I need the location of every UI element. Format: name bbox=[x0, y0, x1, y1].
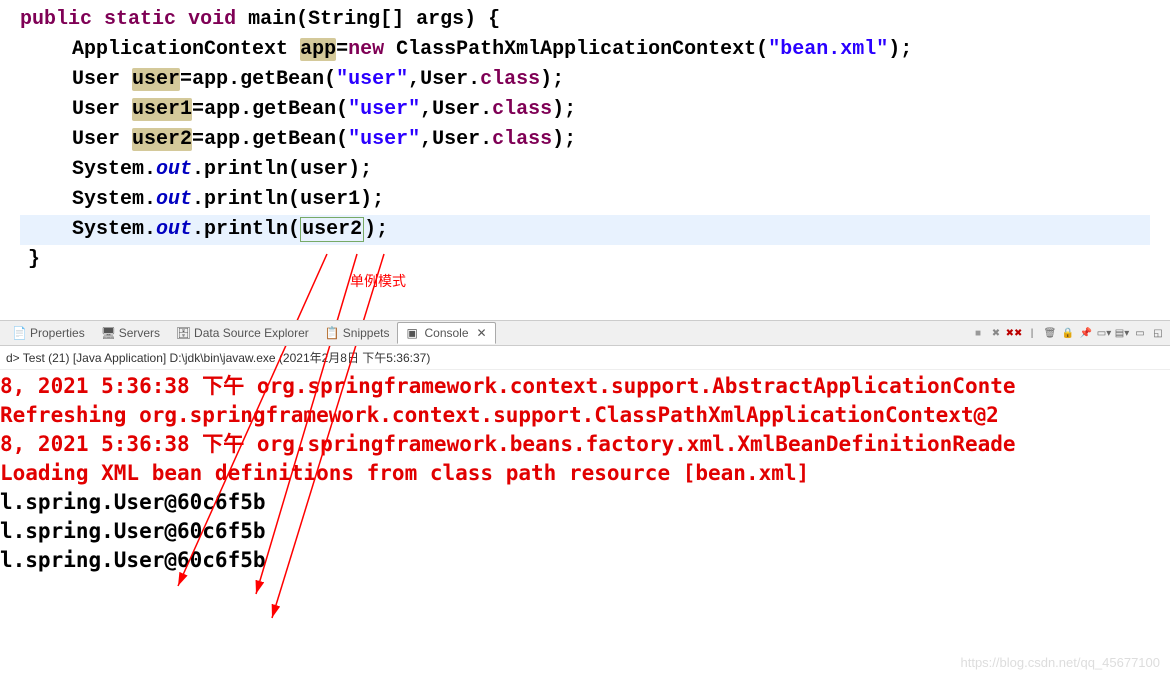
console-line: l.spring.User@60c6f5b bbox=[0, 517, 1170, 546]
views-tab-bar: 📄 Properties 🖥 Servers 🗄 Data Source Exp… bbox=[0, 320, 1170, 346]
code-line-1: public static void main(String[] args) { bbox=[20, 5, 1150, 35]
open-console-button[interactable]: ▤▾ bbox=[1114, 325, 1130, 341]
params: (String[] args) { bbox=[296, 8, 500, 31]
string-literal: "bean.xml" bbox=[768, 38, 888, 61]
keyword-new: new bbox=[348, 38, 384, 61]
console-line: Loading XML bean definitions from class … bbox=[0, 459, 1170, 488]
code-line-4: User user1=app.getBean("user",User.class… bbox=[20, 95, 1150, 125]
keyword-void: void bbox=[188, 8, 236, 31]
console-line: l.spring.User@60c6f5b bbox=[0, 546, 1170, 575]
keyword-static: static bbox=[104, 8, 176, 31]
tab-label: Console bbox=[424, 326, 468, 340]
code-line-7: System.out.println(user1); bbox=[20, 185, 1150, 215]
console-run-info: d> Test (21) [Java Application] D:\jdk\b… bbox=[0, 346, 1170, 370]
watermark: https://blog.csdn.net/qq_45677100 bbox=[961, 655, 1161, 670]
scroll-lock-button[interactable]: 🔒 bbox=[1060, 325, 1076, 341]
console-line: 8, 2021 5:36:38 下午 org.springframework.b… bbox=[0, 430, 1170, 459]
terminate-button[interactable]: ■ bbox=[970, 325, 986, 341]
close-tab-icon[interactable]: ✕ bbox=[477, 326, 487, 340]
tab-console[interactable]: ▣ Console ✕ bbox=[397, 322, 495, 344]
console-line: Refreshing org.springframework.context.s… bbox=[0, 401, 1170, 430]
var-user: user bbox=[132, 68, 180, 91]
var-app: app bbox=[300, 38, 336, 61]
code-line-8-current: System.out.println(user2); bbox=[20, 215, 1150, 245]
code-line-3: User user=app.getBean("user",User.class)… bbox=[20, 65, 1150, 95]
tab-label: Data Source Explorer bbox=[194, 326, 309, 340]
maximize-view-button[interactable]: ◱ bbox=[1150, 325, 1166, 341]
tab-properties[interactable]: 📄 Properties bbox=[4, 323, 93, 343]
minimize-view-button[interactable]: ▭ bbox=[1132, 325, 1148, 341]
console-line: 8, 2021 5:36:38 下午 org.springframework.c… bbox=[0, 372, 1170, 401]
tab-label: Snippets bbox=[343, 326, 390, 340]
console-output[interactable]: 8, 2021 5:36:38 下午 org.springframework.c… bbox=[0, 370, 1170, 575]
type: ApplicationContext bbox=[72, 38, 288, 61]
code-line-5: User user2=app.getBean("user",User.class… bbox=[20, 125, 1150, 155]
remove-launch-button[interactable]: ✖ bbox=[988, 325, 1004, 341]
tab-data-source-explorer[interactable]: 🗄 Data Source Explorer bbox=[168, 323, 317, 343]
console-line: l.spring.User@60c6f5b bbox=[0, 488, 1170, 517]
console-icon: ▣ bbox=[406, 326, 420, 340]
console-toolbar: ■ ✖ ✖✖ | 🗑 🔒 📌 ▭▾ ▤▾ ▭ ◱ bbox=[970, 325, 1166, 341]
keyword-public: public bbox=[20, 8, 92, 31]
var-user2: user2 bbox=[132, 128, 192, 151]
servers-icon: 🖥 bbox=[101, 326, 115, 340]
field-out: out bbox=[156, 158, 192, 181]
display-console-button[interactable]: ▭▾ bbox=[1096, 325, 1112, 341]
divider-icon: | bbox=[1024, 325, 1040, 341]
var-user2-boxed: user2 bbox=[300, 217, 364, 242]
database-icon: 🗄 bbox=[176, 326, 190, 340]
var-user1: user1 bbox=[132, 98, 192, 121]
code-line-2: ApplicationContext app=new ClassPathXmlA… bbox=[20, 35, 1150, 65]
properties-icon: 📄 bbox=[12, 326, 26, 340]
annotation-singleton: 单例模式 bbox=[350, 268, 406, 298]
snippets-icon: 📋 bbox=[325, 326, 339, 340]
tab-snippets[interactable]: 📋 Snippets bbox=[317, 323, 398, 343]
clear-console-button[interactable]: 🗑 bbox=[1042, 325, 1058, 341]
method-name: main bbox=[248, 8, 296, 31]
tab-servers[interactable]: 🖥 Servers bbox=[93, 323, 168, 343]
remove-all-button[interactable]: ✖✖ bbox=[1006, 325, 1022, 341]
pin-console-button[interactable]: 📌 bbox=[1078, 325, 1094, 341]
code-line-6: System.out.println(user); bbox=[20, 155, 1150, 185]
code-editor[interactable]: public static void main(String[] args) {… bbox=[0, 0, 1170, 280]
tab-label: Servers bbox=[119, 326, 160, 340]
code-line-9: } bbox=[20, 245, 1150, 275]
tab-label: Properties bbox=[30, 326, 85, 340]
